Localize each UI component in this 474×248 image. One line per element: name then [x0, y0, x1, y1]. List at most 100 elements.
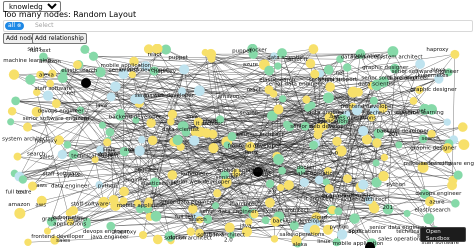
graph-node[interactable] [308, 44, 319, 54]
graph-node[interactable] [299, 177, 309, 187]
graph-node[interactable] [264, 197, 275, 208]
graph-node[interactable] [213, 189, 222, 198]
graph-node[interactable] [8, 69, 20, 80]
graph-canvas[interactable]: puppet serior software engineer senior dat… [0, 44, 474, 248]
graph-node[interactable] [343, 174, 352, 184]
graph-node[interactable] [25, 74, 36, 85]
graph-node[interactable] [208, 129, 218, 139]
graph-node[interactable] [415, 59, 426, 69]
graph-node[interactable] [380, 153, 389, 162]
graph-node[interactable] [172, 134, 183, 146]
graph-node[interactable] [80, 44, 90, 54]
graph-node[interactable] [378, 170, 389, 182]
filter-tag[interactable]: all ⊗ [5, 22, 25, 30]
graph-node[interactable] [453, 170, 463, 180]
graph-node[interactable] [309, 140, 319, 150]
graph-node[interactable] [167, 170, 178, 180]
graph-node[interactable] [138, 230, 148, 240]
graph-node[interactable] [369, 202, 380, 214]
graph-node[interactable] [358, 179, 369, 190]
graph-node-label: .net [334, 70, 346, 76]
graph-node[interactable] [110, 81, 121, 92]
graph-node[interactable] [324, 184, 334, 194]
graph-node[interactable] [261, 216, 270, 225]
graph-node-label: elasticsearch [259, 77, 296, 83]
graph-node[interactable] [189, 135, 200, 146]
graph-node[interactable] [57, 73, 68, 84]
graph-node[interactable] [7, 106, 17, 116]
graph-node[interactable] [349, 213, 360, 224]
graph-node[interactable] [443, 118, 451, 126]
graph-node[interactable] [18, 175, 28, 184]
filter-tag-label: all [8, 22, 16, 29]
graph-node[interactable] [372, 159, 380, 167]
graph-node[interactable] [273, 104, 284, 115]
graph-node[interactable] [358, 125, 369, 137]
graph-node[interactable] [57, 149, 68, 160]
open-sandbox-button[interactable]: Open Sandbox [420, 227, 466, 242]
close-icon[interactable]: ⊗ [17, 23, 21, 29]
label-filter-select[interactable]: all ⊗ Select [3, 20, 473, 32]
graph-node[interactable] [323, 92, 334, 104]
graph-node[interactable] [458, 139, 470, 151]
graph-node[interactable] [150, 210, 162, 222]
graph-node[interactable] [224, 222, 235, 233]
graph-node[interactable] [353, 87, 363, 97]
graph-node[interactable] [409, 97, 418, 105]
sandbox-line-2: Sandbox [426, 235, 450, 242]
graph-node[interactable] [270, 235, 279, 243]
graph-node[interactable] [264, 65, 275, 76]
graph-node-label: frontend developer [228, 144, 281, 150]
graph-node[interactable] [98, 121, 106, 129]
graph-node[interactable] [63, 140, 72, 149]
graph-node[interactable] [336, 229, 348, 240]
graph-node[interactable] [265, 179, 275, 189]
graph-node[interactable] [138, 135, 146, 144]
graph-node[interactable] [11, 96, 21, 106]
graph-node[interactable] [103, 138, 112, 147]
graph-node[interactable] [274, 62, 282, 70]
graph-node[interactable] [403, 209, 411, 218]
graph-node[interactable] [106, 92, 116, 102]
graph-node[interactable] [88, 51, 99, 61]
graph-node[interactable] [13, 152, 22, 161]
graph-node[interactable] [205, 48, 217, 60]
graph-node[interactable] [147, 135, 158, 146]
graph-node[interactable] [23, 122, 33, 132]
graph-node[interactable] [308, 101, 316, 109]
graph-node[interactable] [332, 136, 342, 147]
graph-node[interactable] [276, 183, 285, 192]
graph-node-label: aws [35, 202, 46, 208]
graph-node[interactable] [334, 207, 343, 216]
graph-node[interactable] [167, 118, 175, 126]
graph-node[interactable] [152, 234, 163, 245]
graph-node[interactable] [423, 213, 435, 225]
graph-node[interactable] [323, 64, 334, 75]
graph-node[interactable] [372, 138, 382, 148]
graph-node[interactable] [279, 95, 287, 103]
add-relationship-button[interactable]: Add relationship [32, 33, 87, 44]
graph-node[interactable] [51, 99, 61, 108]
graph-node[interactable] [179, 64, 190, 75]
graph-node[interactable] [278, 166, 287, 175]
graph-node[interactable] [134, 145, 145, 156]
graph-node[interactable] [395, 141, 403, 149]
graph-node[interactable] [450, 49, 460, 59]
graph-node[interactable] [273, 154, 284, 165]
graph-node[interactable] [167, 109, 178, 119]
graph-node[interactable] [7, 118, 15, 126]
graph-node[interactable] [451, 199, 460, 208]
graph-node-label: senior web developer [290, 124, 350, 130]
graph-node[interactable] [14, 207, 26, 219]
graph-node[interactable] [457, 122, 468, 132]
graph-node-label: azure [74, 116, 90, 122]
graph-node[interactable] [119, 186, 129, 197]
graph-node-label: full text [6, 189, 28, 195]
graph-node[interactable] [302, 95, 311, 104]
graph-node-selected[interactable] [81, 78, 91, 88]
graph-node[interactable] [193, 85, 205, 97]
graph-node-label: sales [349, 229, 363, 235]
graph-node[interactable] [105, 127, 115, 137]
graph-node[interactable] [283, 180, 294, 191]
graph-node[interactable] [208, 143, 219, 154]
